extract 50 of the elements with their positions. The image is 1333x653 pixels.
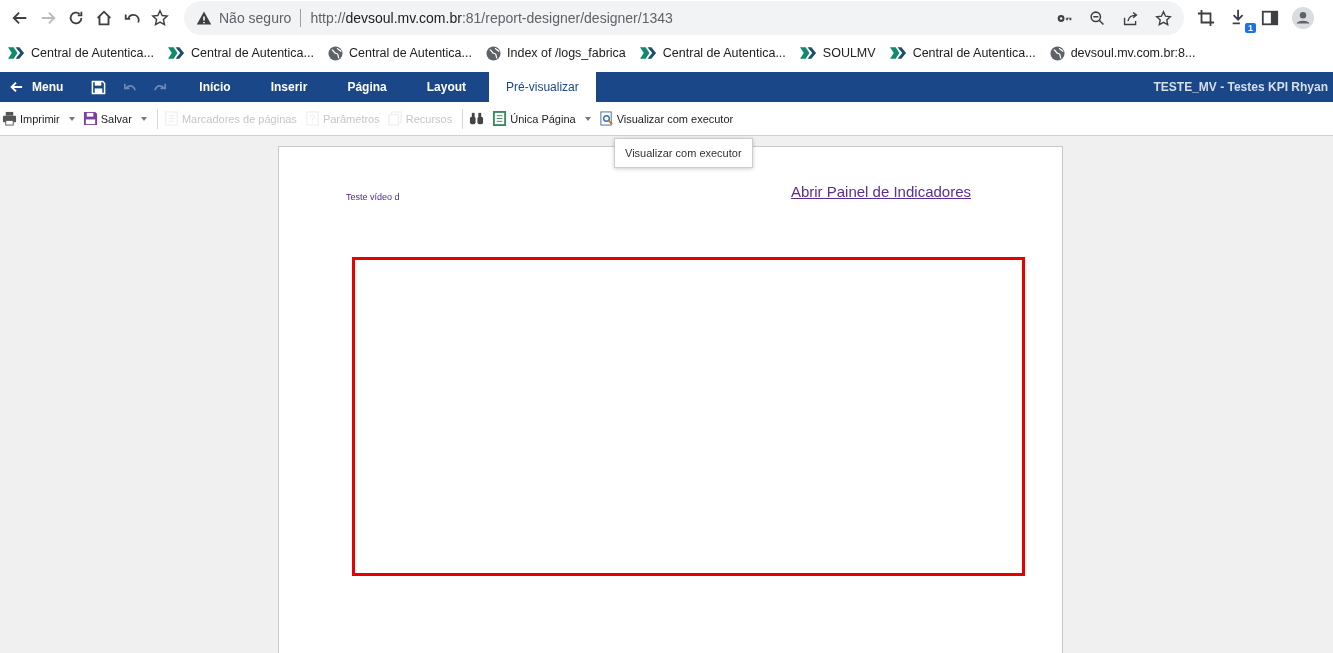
home-icon[interactable] [95,9,113,27]
globe-icon [328,45,343,61]
save-icon[interactable] [91,79,107,95]
globe-icon [1049,45,1065,61]
star-icon[interactable] [151,9,169,27]
report-text: Teste vídeo d [346,192,400,202]
back-arrow-icon [9,80,23,94]
bookmark[interactable]: Central de Autentica... [328,45,472,61]
ribbon-tab[interactable]: Página [330,72,404,102]
side-panel-icon[interactable] [1261,9,1279,27]
zoom-out-icon[interactable] [1089,9,1106,27]
ribbon-tab[interactable]: Inserir [253,72,325,102]
ribbon-tab[interactable]: Início [182,72,248,102]
globe-icon [486,45,501,61]
reload-icon[interactable] [67,9,85,27]
ribbon-tab[interactable]: Layout [409,72,484,102]
star-icon[interactable] [1155,9,1172,27]
menu-button[interactable]: Menu [0,80,74,94]
bookmark[interactable]: Central de Autentica... [889,46,1036,60]
crop-icon[interactable] [1197,9,1215,27]
bookmark[interactable]: devsoul.mv.com.br:8... [1049,45,1196,61]
chevron-logo-icon [799,47,817,59]
address-bar[interactable]: Não seguro http://devsoul.mv.com.br:81/report-designer/designer/1343 [184,1,1184,35]
security-label: Não seguro [219,10,292,26]
toolbar-button[interactable]: Visualizar com executor [598,111,740,126]
binoculars-icon [469,111,485,126]
chevron-logo-icon [8,47,25,59]
bookmark[interactable]: Central de Autentica... [168,46,314,60]
toolbar-button[interactable]: Única Página [492,111,597,126]
report-title: TESTE_MV - Testes KPI Rhyan [1153,80,1329,94]
indicators-panel-link[interactable]: Abrir Painel de Indicadores [786,183,975,200]
bookmark[interactable]: Central de Autentica... [639,46,786,60]
ribbon-tab[interactable]: Pré-visualizar [489,72,596,102]
share-icon[interactable] [1122,9,1139,27]
download-count-badge: 1 [1245,23,1256,33]
bookmark[interactable]: SOULMV [799,46,876,60]
magnifier-document-icon [598,111,614,126]
back-icon[interactable] [11,9,29,27]
profile-avatar-icon[interactable] [1292,7,1314,29]
toolbar-button[interactable]: Salvar [82,111,153,126]
page-icon [492,111,508,126]
bookmark[interactable]: Index of /logs_fabrica [486,45,626,61]
bookmark[interactable]: Central de Autentica... [8,46,154,60]
chevron-logo-icon [639,47,657,59]
chevron-logo-icon [168,47,185,59]
tooltip: Visualizar com executor [614,138,753,168]
warning-icon [196,10,212,26]
url-text: http://devsoul.mv.com.br:81/report-designer/designer/1343 [310,10,673,26]
chevron-logo-icon [889,47,907,59]
toolbar-button[interactable]: Imprimir [2,111,81,126]
